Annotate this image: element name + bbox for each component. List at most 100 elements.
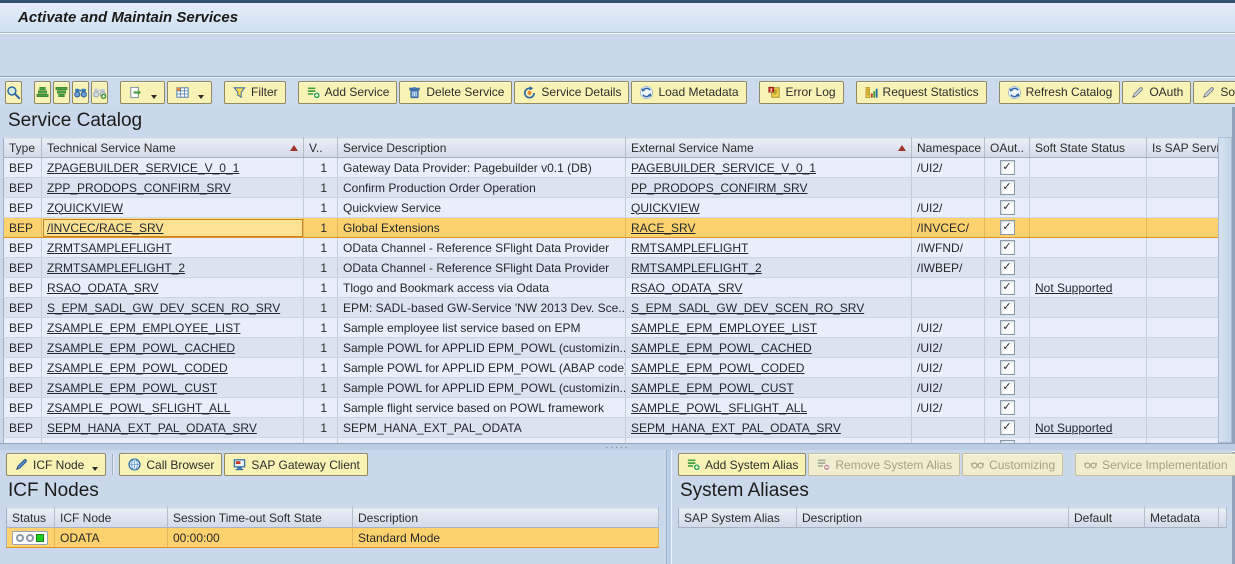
export-button[interactable] [120, 81, 165, 104]
soft-state-cell[interactable]: Not Supported [1030, 418, 1147, 438]
service-implementation-button[interactable]: Service Implementation [1075, 453, 1235, 476]
col-metadata[interactable]: Metadata [1145, 508, 1219, 528]
external-service-link[interactable]: RSAO_ODATA_SRV [631, 281, 742, 295]
external-service-cell[interactable]: QUICKVIEW [626, 198, 912, 218]
choose-layout-button[interactable] [167, 81, 212, 104]
external-service-cell[interactable]: SAMPLE_EPM_POWL_CACHED [626, 338, 912, 358]
technical-service-cell[interactable]: ZRMTSAMPLEFLIGHT [42, 238, 304, 258]
soft-state-link[interactable]: Not Supported [1035, 421, 1112, 435]
service-row[interactable]: BEPZPP_PRODOPS_CONFIRM_SRV1Confirm Produ… [4, 178, 1220, 198]
col-description[interactable]: Description [797, 508, 1069, 528]
service-row[interactable]: BEPZRMTSAMPLEFLIGHT_21OData Channel - Re… [4, 258, 1220, 278]
col-technical-service-name[interactable]: Technical Service Name [42, 138, 304, 158]
external-service-link[interactable]: SAMPLE_POWL_SFLIGHT_ALL [631, 401, 807, 415]
col-icf-node[interactable]: ICF Node [55, 508, 168, 528]
oauth-checkbox[interactable]: ✓ [1000, 320, 1015, 335]
technical-service-cell[interactable]: /INVCEC/RACE_SRV [42, 218, 304, 238]
sort-descending-button[interactable] [53, 81, 70, 104]
external-service-cell[interactable]: RMTSAMPLEFLIGHT [626, 238, 912, 258]
technical-service-link[interactable]: ZRMTSAMPLEFLIGHT [47, 241, 172, 255]
soft-state-cell[interactable]: Not Supported [1030, 278, 1147, 298]
external-service-link[interactable]: PP_PRODOPS_CONFIRM_SRV [631, 181, 808, 195]
external-service-cell[interactable]: RMTSAMPLEFLIGHT_2 [626, 258, 912, 278]
external-service-link[interactable]: RACE_SRV [631, 221, 695, 235]
external-service-link[interactable]: SAMPLE_EPM_POWL_CODED [631, 361, 804, 375]
service-row[interactable]: BEP/INVCEC/RACE_SRV1Global ExtensionsRAC… [4, 218, 1220, 238]
service-row[interactable]: BEPZSAMPLE_POWL_SFLIGHT_ALL1Sample fligh… [4, 398, 1220, 418]
external-service-cell[interactable]: RSAO_ODATA_SRV [626, 278, 912, 298]
col-namespace[interactable]: Namespace [912, 138, 985, 158]
technical-service-link[interactable]: ZPP_PRODOPS_CONFIRM_SRV [47, 181, 231, 195]
oauth-cell[interactable]: ✓ [985, 318, 1030, 338]
col-type[interactable]: Type [4, 138, 42, 158]
col-external-service-name[interactable]: External Service Name [626, 138, 912, 158]
sap-gateway-client-button[interactable]: SAP Gateway Client [224, 453, 368, 476]
oauth-cell[interactable]: ✓ [985, 378, 1030, 398]
find-next-button[interactable] [91, 81, 108, 104]
customizing-button[interactable]: Customizing [962, 453, 1063, 476]
oauth-cell[interactable]: ✓ [985, 198, 1030, 218]
filter-button[interactable]: Filter [224, 81, 286, 104]
external-service-link[interactable]: SEPM_HANA_EXT_PAL_ODATA_SRV [631, 421, 841, 435]
oauth-cell[interactable]: ✓ [985, 258, 1030, 278]
load-metadata-button[interactable]: Load Metadata [631, 81, 746, 104]
oauth-checkbox[interactable]: ✓ [1000, 180, 1015, 195]
external-service-link[interactable]: S_EPM_SADL_GW_DEV_SCEN_RO_SRV [631, 301, 864, 315]
service-row[interactable]: BEPZSAMPLE_EPM_EMPLOYEE_LIST1Sample empl… [4, 318, 1220, 338]
external-service-link[interactable]: PAGEBUILDER_SERVICE_V_0_1 [631, 161, 816, 175]
delete-service-button[interactable]: Delete Service [399, 81, 512, 104]
oauth-checkbox[interactable]: ✓ [1000, 280, 1015, 295]
technical-service-link[interactable]: ZQUICKVIEW [47, 201, 123, 215]
oauth-cell[interactable]: ✓ [985, 278, 1030, 298]
external-service-cell[interactable]: SAMPLE_EPM_POWL_CODED [626, 358, 912, 378]
technical-service-cell[interactable]: ZSAMPLE_EPM_EMPLOYEE_LIST [42, 318, 304, 338]
oauth-cell[interactable]: ✓ [985, 158, 1030, 178]
col-default[interactable]: Default [1069, 508, 1145, 528]
oauth-cell[interactable]: ✓ [985, 358, 1030, 378]
technical-service-cell[interactable]: SEPM_HANA_EXT_PAL_ODATA_SRV [42, 418, 304, 438]
col-version[interactable]: V.. [304, 138, 338, 158]
oauth-button[interactable]: OAuth [1122, 81, 1191, 104]
call-browser-button[interactable]: Call Browser [119, 453, 222, 476]
oauth-checkbox[interactable]: ✓ [1000, 260, 1015, 275]
col-session-timeout-soft-state[interactable]: Session Time-out Soft State [168, 508, 353, 528]
oauth-checkbox[interactable]: ✓ [1000, 420, 1015, 435]
col-status[interactable]: Status [7, 508, 55, 528]
external-service-cell[interactable]: RACE_SRV [626, 218, 912, 238]
oauth-cell[interactable]: ✓ [985, 178, 1030, 198]
service-row[interactable]: BEPZSAMPLE_EPM_POWL_CACHED1Sample POWL f… [4, 338, 1220, 358]
oauth-cell[interactable]: ✓ [985, 238, 1030, 258]
service-row[interactable]: BEPZSAMPLE_EPM_POWL_CODED1Sample POWL fo… [4, 358, 1220, 378]
soft-state-button[interactable]: Soft State [1193, 81, 1235, 104]
add-system-alias-button[interactable]: Add System Alias [678, 453, 806, 476]
service-row[interactable]: BEPSEPM_HANA_EXT_PAL_ODATA_SRV1SEPM_HANA… [4, 418, 1220, 438]
technical-service-link[interactable]: S_EPM_SADL_GW_DEV_SCEN_RO_SRV [47, 301, 280, 315]
col-sap-system-alias[interactable]: SAP System Alias [679, 508, 797, 528]
icf-node-button[interactable]: ICF Node [6, 453, 106, 476]
technical-service-cell[interactable]: ZQUICKVIEW [42, 198, 304, 218]
technical-service-cell[interactable]: ZPP_PRODOPS_CONFIRM_SRV [42, 178, 304, 198]
oauth-checkbox[interactable]: ✓ [1000, 300, 1015, 315]
technical-service-cell[interactable]: ZSAMPLE_EPM_POWL_CACHED [42, 338, 304, 358]
remove-system-alias-button[interactable]: Remove System Alias [808, 453, 960, 476]
service-row[interactable]: BEPRSAO_ODATA_SRV1Tlogo and Bookmark acc… [4, 278, 1220, 298]
col-description[interactable]: Description [353, 508, 659, 528]
technical-service-link[interactable]: SEPM_HANA_EXT_PAL_ODATA_SRV [47, 421, 257, 435]
external-service-link[interactable]: SAMPLE_EPM_EMPLOYEE_LIST [631, 321, 817, 335]
oauth-checkbox[interactable]: ✓ [1000, 340, 1015, 355]
col-soft-state-status[interactable]: Soft State Status [1030, 138, 1147, 158]
request-statistics-button[interactable]: Request Statistics [856, 81, 987, 104]
service-row[interactable]: BEPZRMTSAMPLEFLIGHT1OData Channel - Refe… [4, 238, 1220, 258]
find-button[interactable] [72, 81, 89, 104]
service-row[interactable]: BEPZSAMPLE_EPM_POWL_CUST1Sample POWL for… [4, 378, 1220, 398]
external-service-link[interactable]: RMTSAMPLEFLIGHT_2 [631, 261, 762, 275]
technical-service-cell[interactable]: ZSAMPLE_POWL_SFLIGHT_ALL [42, 398, 304, 418]
oauth-cell[interactable]: ✓ [985, 418, 1030, 438]
technical-service-link[interactable]: ZSAMPLE_EPM_EMPLOYEE_LIST [47, 321, 240, 335]
technical-service-cell[interactable]: ZSAMPLE_EPM_POWL_CUST [42, 378, 304, 398]
oauth-checkbox[interactable]: ✓ [1000, 220, 1015, 235]
technical-service-cell[interactable]: S_EPM_SADL_GW_DEV_SCEN_RO_SRV [42, 298, 304, 318]
technical-service-link[interactable]: ZSAMPLE_EPM_POWL_CACHED [47, 341, 235, 355]
col-service-description[interactable]: Service Description [338, 138, 626, 158]
oauth-checkbox[interactable]: ✓ [1000, 160, 1015, 175]
